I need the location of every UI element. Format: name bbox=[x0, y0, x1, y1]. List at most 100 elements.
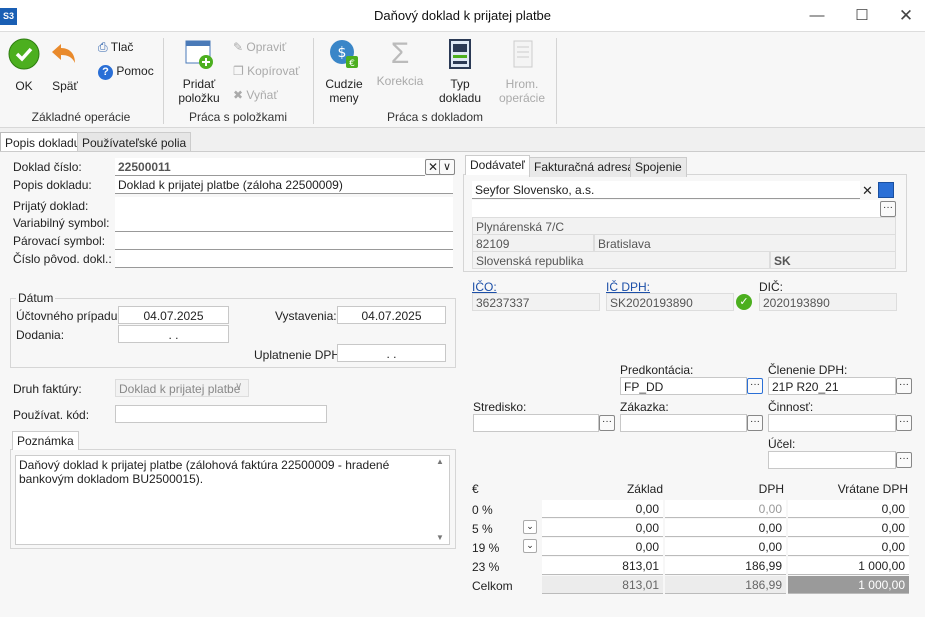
vat-application-field[interactable]: . . bbox=[337, 344, 446, 362]
predkontacia-field[interactable]: FP_DD bbox=[620, 377, 747, 395]
remove-icon: ✖ bbox=[233, 88, 244, 102]
edit-button[interactable]: ✎ Opraviť bbox=[233, 39, 286, 55]
vat-row-base[interactable]: 0,00 bbox=[542, 500, 663, 518]
print-icon: ⎙ bbox=[98, 40, 108, 54]
vat-breakdown-label: Členenie DPH: bbox=[768, 363, 848, 377]
currency-icon: $€ bbox=[330, 40, 358, 69]
scroll-down-icon[interactable]: ▼ bbox=[436, 533, 444, 542]
issue-date-field[interactable]: 04.07.2025 bbox=[337, 306, 446, 324]
add-item-button[interactable]: Pridať položku bbox=[174, 38, 224, 105]
vat-row-vat[interactable]: 186,99 bbox=[665, 557, 786, 575]
help-button[interactable]: ? Pomoc bbox=[98, 63, 154, 80]
purpose-label: Účel: bbox=[768, 437, 796, 451]
remove-label: Vyňať bbox=[246, 88, 278, 102]
document-type-label-2: dokladu bbox=[438, 91, 482, 105]
undo-icon bbox=[52, 44, 75, 63]
dic-label: DIČ: bbox=[759, 280, 783, 294]
total-base: 813,01 bbox=[542, 576, 663, 594]
variable-symbol-field[interactable] bbox=[115, 214, 453, 232]
edit-label: Opraviť bbox=[246, 40, 287, 54]
maximize-icon[interactable]: ☐ bbox=[840, 0, 884, 32]
vat-breakdown-more-button[interactable]: ··· bbox=[896, 378, 912, 394]
tab-connection[interactable]: Spojenie bbox=[630, 157, 687, 177]
vat-row-total[interactable]: 0,00 bbox=[788, 519, 909, 537]
activity-more-button[interactable]: ··· bbox=[896, 415, 912, 431]
vat-row-total[interactable]: 0,00 bbox=[788, 500, 909, 518]
vat-row-total[interactable]: 0,00 bbox=[788, 538, 909, 556]
delivery-date-field[interactable]: . . bbox=[118, 325, 229, 343]
pairing-symbol-field[interactable] bbox=[115, 232, 453, 250]
tab-note[interactable]: Poznámka bbox=[12, 431, 79, 450]
tab-user-fields[interactable]: Používateľské polia bbox=[77, 132, 192, 152]
total-row-label: Celkom bbox=[472, 579, 513, 593]
cost-center-label: Stredisko: bbox=[473, 400, 527, 414]
issue-date-label: Vystavenia: bbox=[275, 309, 337, 323]
chevron-down-icon[interactable]: ∨ bbox=[235, 381, 242, 392]
predkontacia-more-button[interactable]: ··· bbox=[747, 378, 763, 394]
zip-field: 82109 bbox=[472, 234, 594, 252]
user-code-label: Používat. kód: bbox=[13, 408, 90, 422]
dropdown-icon[interactable]: ∨ bbox=[439, 159, 455, 175]
order-field[interactable] bbox=[620, 414, 747, 432]
received-doc-field[interactable] bbox=[115, 197, 453, 215]
variable-symbol-label: Variabilný symbol: bbox=[13, 216, 110, 230]
purpose-more-button[interactable]: ··· bbox=[896, 452, 912, 468]
ico-link[interactable]: IČO: bbox=[472, 280, 497, 294]
country-code-field: SK bbox=[770, 251, 896, 269]
accounting-date-field[interactable]: 04.07.2025 bbox=[118, 306, 229, 324]
document-type-button[interactable]: Typ dokladu bbox=[436, 38, 484, 105]
address-book-icon[interactable] bbox=[878, 182, 894, 198]
invoice-type-select[interactable]: Doklad k prijatej platbe bbox=[115, 379, 249, 397]
close-icon[interactable]: ✕ bbox=[884, 0, 925, 32]
copy-button[interactable]: ❐ Kopírovať bbox=[233, 63, 300, 79]
tab-supplier[interactable]: Dodávateľ bbox=[465, 155, 530, 175]
description-field[interactable]: Doklad k prijatej platbe (záloha 2250000… bbox=[115, 176, 453, 194]
supplier-more-button[interactable]: ··· bbox=[880, 201, 896, 217]
vat-row-vat[interactable]: 0,00 bbox=[665, 519, 786, 537]
cost-center-more-button[interactable]: ··· bbox=[599, 415, 615, 431]
rate-dropdown-icon[interactable]: ⌄ bbox=[523, 539, 537, 553]
user-code-field[interactable] bbox=[115, 405, 327, 423]
supplier-name-field[interactable]: Seyfor Slovensko, a.s. bbox=[472, 181, 860, 199]
bulk-operations-button[interactable]: Hrom. operácie bbox=[494, 38, 550, 105]
supplier-extra-field[interactable] bbox=[472, 200, 880, 218]
original-doc-field[interactable] bbox=[115, 250, 453, 268]
activity-field[interactable] bbox=[768, 414, 896, 432]
vat-row-label: 5 % bbox=[472, 522, 493, 536]
correction-button[interactable]: Σ Korekcia bbox=[374, 38, 426, 89]
foreign-currency-button[interactable]: $ € Cudzie meny bbox=[322, 38, 366, 105]
vat-row-base[interactable]: 813,01 bbox=[542, 557, 663, 575]
remove-button[interactable]: ✖ Vyňať bbox=[233, 87, 278, 103]
icdph-link[interactable]: IČ DPH: bbox=[606, 280, 650, 294]
vat-breakdown-field[interactable]: 21P R20_21 bbox=[768, 377, 896, 395]
vat-row-base[interactable]: 0,00 bbox=[542, 519, 663, 537]
dic-field: 2020193890 bbox=[759, 293, 897, 311]
invoice-type-label: Druh faktúry: bbox=[13, 382, 82, 396]
vat-row-base[interactable]: 0,00 bbox=[542, 538, 663, 556]
scroll-up-icon[interactable]: ▲ bbox=[436, 457, 444, 466]
vat-row-total[interactable]: 1 000,00 bbox=[788, 557, 909, 575]
vat-row-vat[interactable]: 0,00 bbox=[665, 538, 786, 556]
note-textarea[interactable]: Daňový doklad k prijatej platbe (zálohov… bbox=[15, 455, 450, 545]
tab-document-description[interactable]: Popis dokladu bbox=[0, 132, 86, 152]
purpose-field[interactable] bbox=[768, 451, 896, 469]
add-item-icon bbox=[185, 40, 213, 69]
rate-dropdown-icon[interactable]: ⌄ bbox=[523, 520, 537, 534]
add-item-label-2: položku bbox=[178, 91, 220, 105]
ok-label: OK bbox=[15, 79, 33, 93]
pairing-symbol-label: Párovací symbol: bbox=[13, 234, 106, 248]
cost-center-field[interactable] bbox=[473, 414, 599, 432]
back-button[interactable]: Späť bbox=[46, 38, 84, 93]
group-document-label: Práca s dokladom bbox=[386, 110, 484, 124]
minimize-icon[interactable]: — bbox=[795, 0, 839, 32]
tab-billing-address[interactable]: Fakturačná adresa bbox=[529, 157, 640, 177]
window-title: Daňový doklad k prijatej platbe bbox=[373, 8, 552, 23]
ok-button[interactable]: OK bbox=[4, 38, 44, 93]
print-button[interactable]: ⎙ Tlač bbox=[98, 39, 133, 55]
group-items-label: Práca s položkami bbox=[188, 110, 288, 124]
icdph-field: SK2020193890 bbox=[606, 293, 734, 311]
back-label: Späť bbox=[52, 79, 78, 93]
doc-number-field[interactable]: 22500011 bbox=[115, 158, 425, 176]
clear-supplier-icon[interactable]: ✕ bbox=[862, 183, 873, 199]
order-more-button[interactable]: ··· bbox=[747, 415, 763, 431]
